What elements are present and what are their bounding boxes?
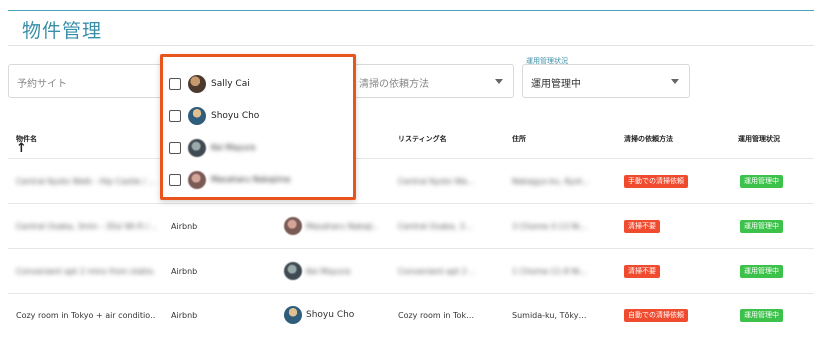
checkbox[interactable] [169, 110, 181, 122]
column-header-address[interactable]: 住所 [512, 134, 526, 144]
column-header-status[interactable]: 運用管理状況 [738, 134, 780, 144]
manager-filter-dropdown[interactable]: Sally Cai Shoyu Cho Kei Mayura Masaharu … [160, 54, 356, 200]
site-filter-placeholder: 予約サイト [17, 79, 67, 90]
address: 1 Chome-11-8 Ni... [512, 267, 588, 276]
avatar [188, 171, 206, 189]
table-row[interactable]: Cozy room in Tokyo + air conditio… Airbn… [8, 293, 814, 337]
title-divider [8, 45, 814, 46]
cleaning-filter-placeholder: 清掃の依頼方法 [359, 79, 429, 90]
status-badge: 運用管理中 [740, 220, 783, 233]
address: Sumida-ku, Tōky… [512, 311, 587, 320]
booking-site: Airbnb [171, 222, 198, 231]
manager-option[interactable]: Masaharu Nakajima [169, 169, 349, 191]
manager-option[interactable]: Sally Cai [169, 73, 349, 95]
manager-avatar [284, 306, 302, 324]
cleaning-badge: 自動での清掃依頼 [624, 309, 688, 322]
property-name[interactable]: Cozy room in Tokyo + air conditio… [16, 311, 156, 320]
avatar [188, 75, 206, 93]
caret-down-icon [495, 79, 503, 84]
manager-option-label: Masaharu Nakajima [211, 175, 291, 184]
manager-avatar [284, 217, 302, 235]
listing-name: Central Kyoto Wa... [398, 177, 474, 186]
property-name[interactable]: Convenient apt 2 mins from statio... [16, 267, 156, 276]
manager-name: Shoyu Cho [306, 310, 355, 320]
listing-name: Cozy room in Tok… [398, 311, 475, 320]
column-header-cleaning[interactable]: 清掃の依頼方法 [624, 134, 673, 144]
booking-site: Airbnb [171, 311, 198, 320]
cleaning-badge: 手動での清掃依頼 [624, 175, 688, 188]
arrow-up-icon[interactable]: ↑ [16, 141, 27, 156]
checkbox[interactable] [169, 174, 181, 186]
checkbox[interactable] [169, 78, 181, 90]
table-row[interactable]: Convenient apt 2 mins from statio... Air… [8, 248, 814, 292]
page-title: 物件管理 [22, 20, 103, 42]
status-badge: 運用管理中 [740, 309, 783, 322]
manager-option-label: Sally Cai [211, 79, 250, 89]
avatar [188, 107, 206, 125]
manager-avatar [284, 262, 302, 280]
site-filter-select[interactable]: 予約サイト [8, 64, 168, 98]
property-name[interactable]: Central Osaka, 3min - 35sl Wi-Fi / ... [16, 222, 156, 231]
cleaning-badge: 清掃不要 [624, 265, 660, 278]
caret-down-icon [671, 79, 679, 84]
listing-name: Convenient apt 2 ... [398, 267, 474, 276]
status-filter-value: 運用管理中 [531, 79, 581, 90]
property-name[interactable]: Central Kyoto Walk - Hip Castle / ... [16, 177, 156, 186]
manager-option[interactable]: Shoyu Cho [169, 105, 349, 127]
cleaning-filter-select[interactable]: 清掃の依頼方法 [350, 64, 514, 98]
checkbox[interactable] [169, 142, 181, 154]
manager-name: Kei Mayura [306, 267, 351, 276]
address: 3 Chome-3-13 Ni... [512, 222, 588, 231]
booking-site: Airbnb [171, 267, 198, 276]
manager-name: Masaharu Nakaji... [306, 222, 378, 231]
address: Nakagyo-ku, Kyot... [512, 177, 590, 186]
listing-name: Central Osaka, 3... [398, 222, 473, 231]
manager-option-label: Shoyu Cho [211, 111, 260, 121]
status-badge: 運用管理中 [740, 175, 783, 188]
avatar [188, 139, 206, 157]
column-header-listing[interactable]: リスティング名 [398, 134, 447, 144]
table-row[interactable]: Central Kyoto Walk - Hip Castle / ... Ce… [8, 158, 814, 202]
status-filter-select[interactable]: 運用管理中 [522, 64, 690, 98]
cleaning-badge: 清掃不要 [624, 220, 660, 233]
table-row[interactable]: Central Osaka, 3min - 35sl Wi-Fi / ... A… [8, 203, 814, 247]
manager-option-label: Kei Mayura [211, 143, 256, 152]
status-badge: 運用管理中 [740, 265, 783, 278]
header-top-border [8, 10, 814, 11]
manager-option[interactable]: Kei Mayura [169, 137, 349, 159]
